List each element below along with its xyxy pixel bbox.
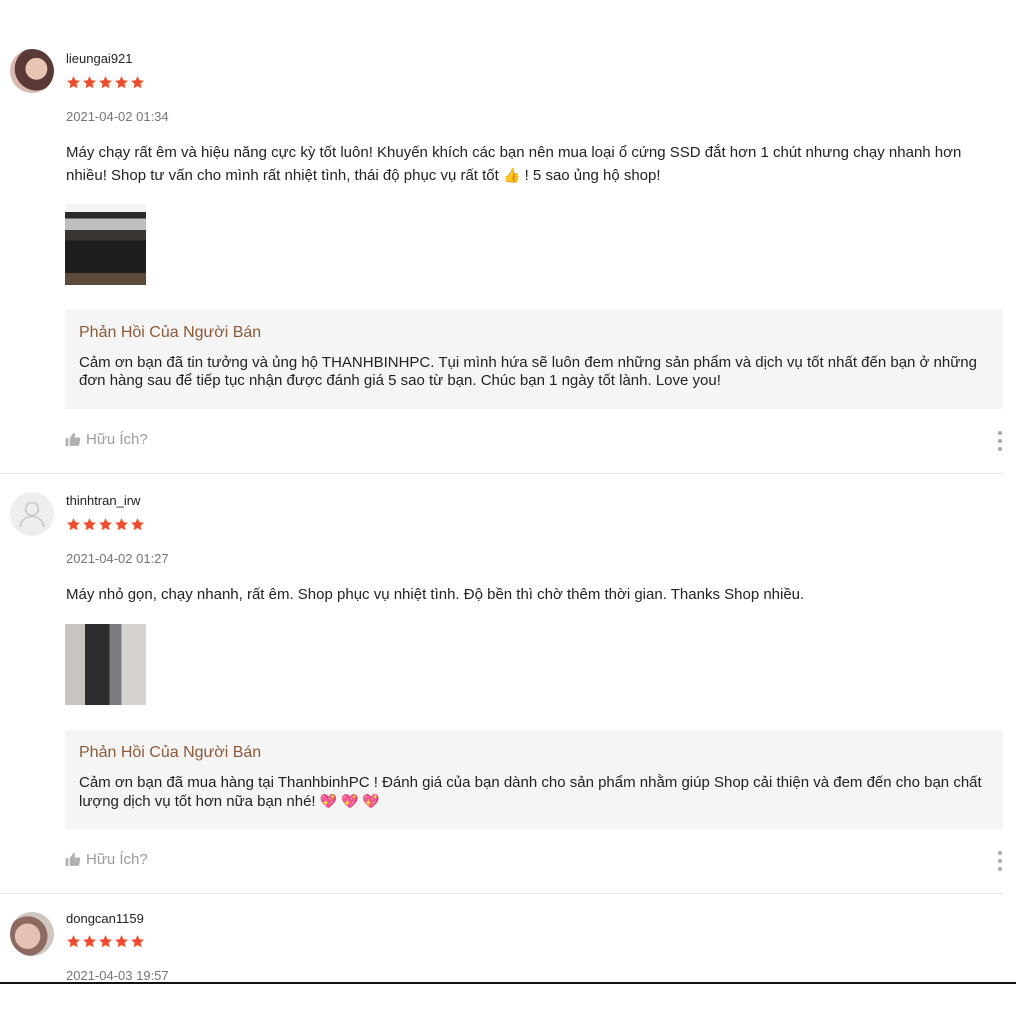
star-icon	[131, 76, 144, 89]
heart-emojis: 💖 💖 💖	[319, 793, 380, 809]
avatar[interactable]	[10, 492, 54, 536]
seller-reply-title: Phản Hồi Của Người Bán	[79, 744, 262, 761]
star-icon	[99, 76, 112, 89]
seller-reply-text: Cảm ơn bạn đã mua hàng tại ThanhbinhPC !…	[79, 774, 985, 811]
review-photo-thumbnail[interactable]	[65, 204, 146, 285]
star-icon	[99, 935, 112, 948]
thumbs-up-icon	[65, 852, 81, 867]
star-icon	[131, 935, 144, 948]
review-date: 2021-04-03 19:57	[66, 968, 169, 983]
seller-reply-body: Cảm ơn bạn đã mua hàng tại ThanhbinhPC !…	[79, 774, 982, 810]
review-comment: Máy chạy rất êm và hiệu năng cực kỳ tốt …	[66, 141, 986, 187]
star-icon	[115, 518, 128, 531]
star-icon	[115, 935, 128, 948]
reviews-list: lieungai921 2021-04-02 01:34 Máy chạy rấ…	[0, 0, 1016, 983]
star-icon	[67, 76, 80, 89]
thumbs-up-icon	[65, 432, 81, 447]
comment-text: Máy nhỏ gọn, chạy nhanh, rất êm. Shop ph…	[66, 586, 805, 603]
reviewer-username[interactable]: thinhtran_irw	[66, 493, 140, 508]
review-comment: Máy nhỏ gọn, chạy nhanh, rất êm. Shop ph…	[66, 583, 986, 606]
reviewer-username[interactable]: lieungai921	[66, 51, 133, 66]
review-date: 2021-04-02 01:27	[66, 551, 169, 566]
rating-stars	[66, 75, 145, 90]
page-bottom-border	[0, 982, 1016, 984]
rating-stars	[66, 934, 145, 949]
seller-reply: Phản Hồi Của Người Bán Cảm ơn bạn đã tin…	[65, 310, 1003, 409]
star-icon	[131, 518, 144, 531]
star-icon	[67, 935, 80, 948]
helpful-button[interactable]: Hữu Ích?	[65, 851, 148, 868]
seller-reply-body: Cảm ơn bạn đã tin tưởng và ủng hộ THANHB…	[79, 354, 977, 389]
star-icon	[115, 76, 128, 89]
star-icon	[67, 518, 80, 531]
star-icon	[83, 518, 96, 531]
helpful-label: Hữu Ích?	[86, 431, 148, 448]
review-divider	[0, 893, 1003, 894]
review-divider	[0, 473, 1003, 474]
star-icon	[83, 935, 96, 948]
seller-reply-text: Cảm ơn bạn đã tin tưởng và ủng hộ THANHB…	[79, 354, 985, 390]
star-icon	[83, 76, 96, 89]
seller-reply: Phản Hồi Của Người Bán Cảm ơn bạn đã mua…	[65, 730, 1003, 829]
review-date: 2021-04-02 01:34	[66, 109, 169, 124]
helpful-button[interactable]: Hữu Ích?	[65, 431, 148, 448]
helpful-label: Hữu Ích?	[86, 851, 148, 868]
seller-reply-title: Phản Hồi Của Người Bán	[79, 324, 262, 341]
rating-stars	[66, 517, 145, 532]
avatar[interactable]	[10, 912, 54, 956]
more-options-icon[interactable]	[994, 851, 1006, 871]
star-icon	[99, 518, 112, 531]
comment-tail: ! 5 sao ủng hộ shop!	[524, 167, 661, 184]
avatar[interactable]	[10, 49, 54, 93]
thumbs-up-emoji: 👍	[502, 167, 521, 183]
review-photo-thumbnail[interactable]	[65, 624, 146, 705]
reviewer-username[interactable]: dongcan1159	[66, 911, 144, 926]
more-options-icon[interactable]	[994, 431, 1006, 451]
default-user-icon	[19, 501, 45, 528]
